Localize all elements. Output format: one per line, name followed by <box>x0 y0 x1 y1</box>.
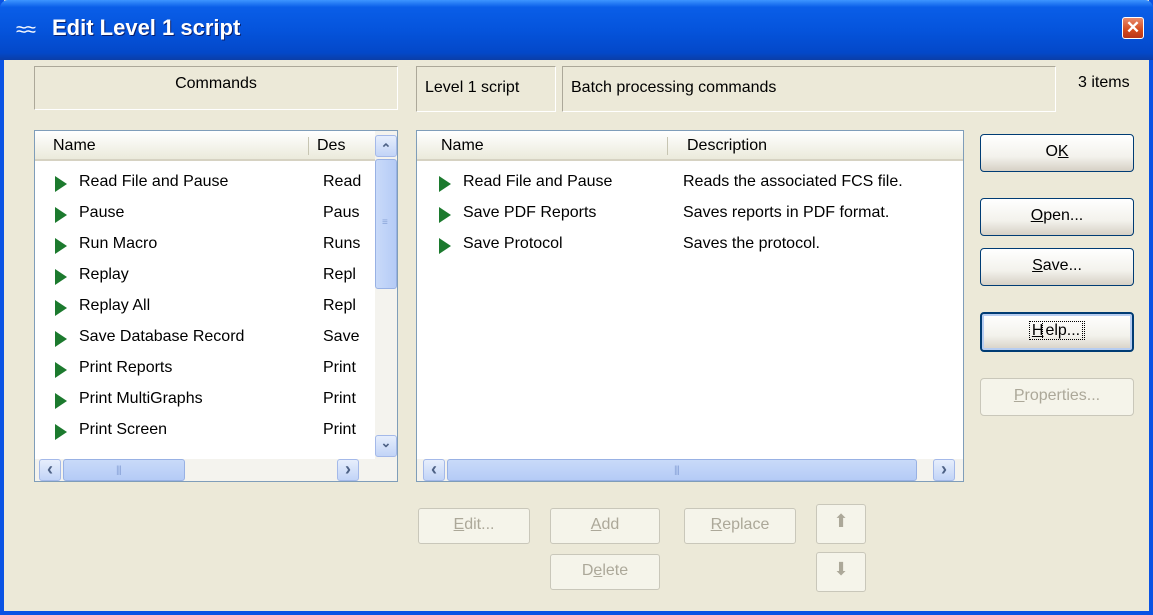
list-item[interactable]: Read File and Pause Reads the associated … <box>417 167 963 198</box>
column-header-description[interactable]: Des <box>309 131 375 159</box>
play-icon <box>439 238 451 254</box>
arrow-down-icon: ⬇ <box>833 559 849 579</box>
script-list[interactable]: Name Description Read File and Pause Read… <box>416 130 964 482</box>
play-icon <box>55 238 67 254</box>
list-item[interactable]: Pause Paus <box>35 198 397 229</box>
commands-label: Commands <box>175 75 257 92</box>
item-name: Save Protocol <box>463 235 563 252</box>
list-item[interactable]: Read File and Pause Read <box>35 167 397 198</box>
column-header-name[interactable]: Name <box>429 131 667 159</box>
play-icon <box>55 269 67 285</box>
item-description: Repl <box>323 266 356 283</box>
item-name: Read File and Pause <box>463 173 613 190</box>
item-description: Repl <box>323 297 356 314</box>
list-item[interactable]: Print Reports Print <box>35 353 397 384</box>
script-description-panel: Batch processing commands <box>562 66 1056 112</box>
item-count: 3 items <box>1078 74 1130 91</box>
list-item[interactable]: Run Macro Runs <box>35 229 397 260</box>
scroll-left-button[interactable]: ‹ <box>39 459 61 481</box>
column-header-description[interactable]: Description <box>675 131 955 159</box>
play-icon <box>55 424 67 440</box>
scroll-right-button[interactable]: › <box>933 459 955 481</box>
help-label: Help... <box>1028 321 1086 340</box>
ok-label: OK <box>1045 143 1069 160</box>
open-label: Open... <box>1030 207 1084 224</box>
commands-label-panel: Commands <box>34 66 398 110</box>
script-horizontal-scrollbar[interactable]: ‹ ||| › <box>417 459 963 481</box>
commands-list[interactable]: Name Des Read File and Pause Read Pause Pau… <box>34 130 398 482</box>
item-description: Print <box>323 390 356 407</box>
item-name: Replay All <box>79 297 151 314</box>
script-name-panel: Level 1 script <box>416 66 556 112</box>
play-icon <box>439 207 451 223</box>
save-button[interactable]: Save... <box>980 248 1134 286</box>
scroll-up-button[interactable]: ⌃ <box>375 135 397 157</box>
move-down-button[interactable]: ⬇ <box>816 552 866 592</box>
play-icon <box>439 176 451 192</box>
play-icon <box>55 176 67 192</box>
item-description: Saves reports in PDF format. <box>683 204 890 221</box>
list-item[interactable]: Replay Repl <box>35 260 397 291</box>
move-up-button[interactable]: ⬆ <box>816 504 866 544</box>
title-bar[interactable]: ≈≈ Edit Level 1 script ✕ <box>0 0 1153 60</box>
item-description: Read <box>323 173 362 190</box>
script-name-label: Level 1 script <box>425 79 520 96</box>
script-description-label: Batch processing commands <box>571 79 777 96</box>
list-item[interactable]: Print Screen Print <box>35 415 397 446</box>
script-list-header: Name Description <box>417 131 963 161</box>
commands-list-header: Name Des <box>35 131 375 161</box>
edit-button[interactable]: Edit... <box>418 508 530 544</box>
item-name: Pause <box>79 204 125 221</box>
ok-button[interactable]: OK <box>980 134 1134 172</box>
play-icon <box>55 207 67 223</box>
commands-vertical-scrollbar[interactable]: ⌃ ≡ ⌄ <box>375 131 397 459</box>
horizontal-scroll-thumb[interactable]: ||| <box>447 459 917 481</box>
vertical-scroll-thumb[interactable]: ≡ <box>375 159 397 289</box>
window-title: Edit Level 1 script <box>52 15 241 40</box>
list-item[interactable]: Replay All Repl <box>35 291 397 322</box>
play-icon <box>55 393 67 409</box>
item-description: Print <box>323 421 356 438</box>
play-icon <box>55 331 67 347</box>
item-name: Run Macro <box>79 235 158 252</box>
scroll-right-button[interactable]: › <box>337 459 359 481</box>
arrow-up-icon: ⬆ <box>833 511 849 531</box>
item-name: Print Screen <box>79 421 168 438</box>
item-name: Read File and Pause <box>79 173 229 190</box>
add-button[interactable]: Add <box>550 508 660 544</box>
save-label: Save... <box>1032 257 1082 274</box>
column-header-name[interactable]: Name <box>41 131 309 159</box>
item-name: Replay <box>79 266 129 283</box>
properties-button[interactable]: Properties... <box>980 378 1134 416</box>
item-description: Print <box>323 359 356 376</box>
scroll-down-button[interactable]: ⌄ <box>375 435 397 457</box>
item-description: Saves the protocol. <box>683 235 820 252</box>
play-icon <box>55 300 67 316</box>
list-item[interactable]: Save Protocol Saves the protocol. <box>417 229 963 260</box>
commands-horizontal-scrollbar[interactable]: ‹ ||| › <box>35 459 397 481</box>
item-description: Paus <box>323 204 360 221</box>
play-icon <box>55 362 67 378</box>
replace-button[interactable]: Replace <box>684 508 796 544</box>
list-item[interactable]: Save Database Record Save <box>35 322 397 353</box>
list-item[interactable]: Save PDF Reports Saves reports in PDF for… <box>417 198 963 229</box>
list-item[interactable]: Print MultiGraphs Print <box>35 384 397 415</box>
horizontal-scroll-thumb[interactable]: ||| <box>63 459 185 481</box>
dialog-window: ≈≈ Edit Level 1 script ✕ Commands Level … <box>0 0 1153 615</box>
item-name: Save PDF Reports <box>463 204 597 221</box>
item-description: Runs <box>323 235 361 252</box>
item-name: Print Reports <box>79 359 173 376</box>
item-description: Reads the associated FCS file. <box>683 173 903 190</box>
help-button[interactable]: Help... <box>980 312 1134 352</box>
delete-button[interactable]: Delete <box>550 554 660 590</box>
properties-label: Properties... <box>1013 387 1101 404</box>
waves-icon: ≈≈ <box>16 19 36 41</box>
close-button[interactable]: ✕ <box>1122 17 1144 39</box>
item-description: Save <box>323 328 360 345</box>
item-name: Print MultiGraphs <box>79 390 203 407</box>
open-button[interactable]: Open... <box>980 198 1134 236</box>
scroll-left-button[interactable]: ‹ <box>423 459 445 481</box>
item-name: Save Database Record <box>79 328 245 345</box>
